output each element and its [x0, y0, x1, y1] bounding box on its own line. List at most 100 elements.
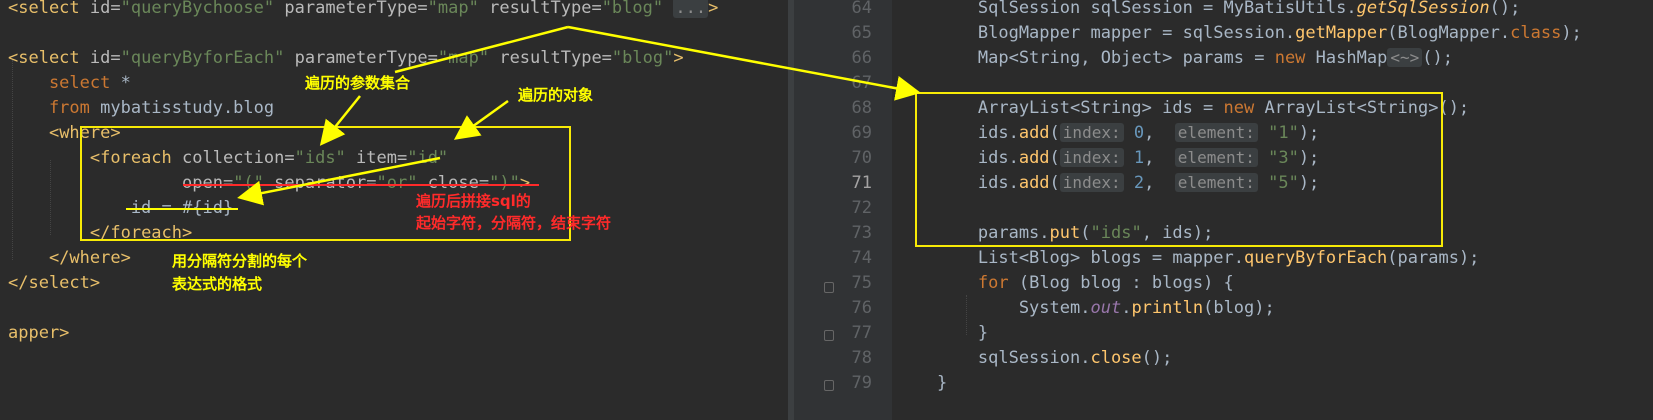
annotation-param-collection: 遍历的参数集合 — [305, 74, 411, 92]
code-line[interactable]: BlogMapper mapper = sqlSession.getMapper… — [896, 23, 1582, 43]
code-token: getMapper — [1295, 23, 1388, 43]
code-token: new — [1274, 48, 1316, 68]
code-token: . — [1121, 298, 1132, 318]
code-token: <select — [8, 0, 80, 18]
code-line[interactable]: sqlSession.close(); — [896, 348, 1173, 368]
right-editor-pane[interactable]: 64 65 66 67 68 69 70 71 72 73 74 75 76 77 78 79 SqlSess… — [794, 0, 1653, 420]
line-number: 67 — [851, 73, 872, 93]
parameter-hint: <~> — [1387, 48, 1423, 67]
code-line[interactable]: </where> — [8, 248, 131, 268]
indent-guide — [12, 60, 13, 260]
line-number: 71 — [851, 173, 872, 193]
code-token: <select — [8, 48, 80, 68]
code-token: sqlSession. — [896, 348, 1091, 368]
code-token: select — [8, 73, 121, 93]
line-number: 65 — [851, 23, 872, 43]
code-token: System. — [896, 298, 1091, 318]
code-token: } — [896, 323, 989, 343]
code-token: (params); — [1387, 248, 1480, 268]
fold-marker-icon[interactable] — [824, 330, 834, 341]
code-line[interactable]: from mybatisstudy.blog — [8, 98, 274, 118]
code-token: parameterType= — [274, 0, 428, 18]
code-token: > — [708, 0, 719, 18]
code-token: "map" — [437, 48, 490, 68]
code-line[interactable]: } — [896, 373, 947, 393]
arraylist-highlight-box — [915, 92, 1443, 247]
code-token: (BlogMapper. — [1387, 23, 1511, 43]
code-token: HashMap — [1315, 48, 1388, 68]
fold-marker-icon[interactable] — [824, 282, 834, 293]
code-token: println — [1131, 298, 1204, 318]
annotation-expr-format-2: 表达式的格式 — [172, 275, 263, 293]
code-token: (); — [1489, 0, 1521, 18]
code-token: (Blog blog : blogs) { — [1018, 273, 1234, 293]
code-line[interactable]: select * — [8, 73, 131, 93]
line-number: 78 — [851, 348, 872, 368]
line-number-gutter: 64 65 66 67 68 69 70 71 72 73 74 75 76 77 78 79 — [794, 0, 892, 420]
code-line[interactable]: for (Blog blog : blogs) { — [896, 273, 1234, 293]
line-number: 74 — [851, 248, 872, 268]
open-separator-close-underline — [183, 184, 539, 186]
code-line[interactable]: System.out.println(blog); — [896, 298, 1275, 318]
code-token: close — [1090, 348, 1142, 368]
code-token: Map<String, Object> params = — [896, 48, 1275, 68]
fold-marker-icon[interactable] — [824, 380, 834, 391]
code-line[interactable]: } — [896, 323, 988, 343]
line-number: 69 — [851, 123, 872, 143]
code-token: (blog); — [1203, 298, 1275, 318]
code-token: ... — [673, 0, 709, 18]
code-token: List<Blog> blogs = mapper. — [896, 248, 1244, 268]
code-token: (); — [1141, 348, 1173, 368]
code-line[interactable]: SqlSession sqlSession = MyBatisUtils.get… — [896, 0, 1520, 18]
line-number: 64 — [851, 0, 872, 18]
code-token: for — [977, 273, 1019, 293]
code-token: "map" — [427, 0, 479, 18]
code-token: mybatisstudy.blog — [100, 98, 275, 118]
line-number: 68 — [851, 98, 872, 118]
indent-guide — [966, 295, 967, 335]
code-token: </where> — [48, 248, 131, 268]
id-expression-underline — [126, 208, 238, 210]
line-number: 66 — [851, 48, 872, 68]
annotation-sql-concat-2: 起始字符，分隔符，结束字符 — [416, 214, 612, 232]
code-token: class — [1510, 23, 1562, 43]
code-token: parameterType= — [284, 48, 438, 68]
code-token: apper> — [8, 323, 70, 343]
left-editor-pane[interactable]: <select id="queryBychoose" parameterType… — [0, 0, 788, 420]
code-line[interactable]: <select id="queryBychoose" parameterType… — [8, 0, 718, 18]
line-number: 70 — [851, 148, 872, 168]
code-token: queryByforEach — [1244, 248, 1388, 268]
code-token: "blog" — [611, 48, 674, 68]
code-token: getSqlSession — [1356, 0, 1490, 18]
code-token: </select> — [8, 273, 101, 293]
line-number: 76 — [851, 298, 872, 318]
code-token: ); — [1561, 23, 1582, 43]
code-token: * — [120, 73, 131, 93]
code-token: out — [1090, 298, 1122, 318]
code-token: id= — [79, 0, 121, 18]
code-token: resultType= — [489, 48, 612, 68]
code-line[interactable]: <select id="queryByforEach" parameterTyp… — [8, 48, 684, 68]
annotation-expr-format-1: 用分隔符分割的每个 — [172, 252, 308, 270]
line-number: 72 — [851, 198, 872, 218]
code-line[interactable]: apper> — [8, 323, 69, 343]
code-token: from — [8, 98, 101, 118]
code-line[interactable]: List<Blog> blogs = mapper.queryByforEach… — [896, 248, 1480, 268]
code-line[interactable]: </select> — [8, 273, 100, 293]
code-token: SqlSession sqlSession = MyBatisUtils. — [896, 0, 1357, 18]
code-token: > — [673, 48, 684, 68]
annotation-sql-concat-1: 遍历后拼接sql的 — [416, 192, 531, 210]
code-token: "queryByforEach" — [120, 48, 285, 68]
code-token: resultType= — [478, 0, 602, 18]
code-token: "queryBychoose" — [120, 0, 275, 18]
code-token: "blog" — [601, 0, 664, 18]
annotation-iterated-object: 遍历的对象 — [518, 86, 594, 104]
code-token: } — [896, 373, 948, 393]
code-line[interactable]: Map<String, Object> params = new HashMap… — [896, 48, 1453, 68]
indent-guide — [50, 160, 51, 235]
